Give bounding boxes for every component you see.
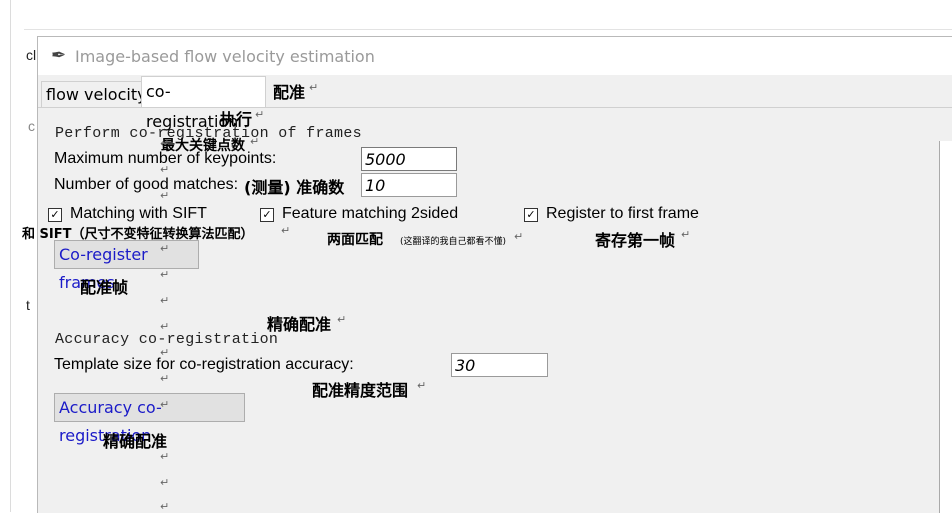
return-mark: ↵ (160, 476, 170, 489)
return-mark: ↵ (337, 313, 347, 326)
max-keypoints-input[interactable]: 5000 (361, 147, 457, 171)
good-matches-label: Number of good matches: (54, 176, 239, 193)
template-size-input[interactable]: 30 (451, 353, 548, 377)
template-size-label: Template size for co-registration accura… (54, 356, 354, 373)
sift-checkbox-label: Matching with SIFT (70, 205, 207, 222)
annotation-precise: 精确配准 (267, 315, 332, 334)
return-mark: ↵ (160, 137, 170, 150)
return-mark: ↵ (160, 268, 170, 281)
return-mark: ↵ (514, 230, 524, 243)
annotation-precise-button: 精确配准 (103, 432, 168, 451)
annotation-good-matches: (测量) 准确数 (244, 178, 345, 197)
tab-divider (38, 107, 952, 108)
return-mark: ↵ (160, 500, 170, 513)
return-mark: ↵ (309, 81, 319, 94)
register-first-checkbox[interactable]: ✓ (524, 208, 538, 222)
window-title: Image-based flow velocity estimation (75, 47, 375, 66)
good-matches-input[interactable]: 10 (361, 173, 457, 197)
background-text-fragment: cl (26, 47, 37, 63)
two-sided-checkbox-label: Feature matching 2sided (282, 205, 459, 222)
register-first-checkbox-label: Register to first frame (546, 205, 699, 222)
return-mark: ↵ (160, 346, 170, 359)
two-sided-checkbox[interactable]: ✓ (260, 208, 274, 222)
return-mark: ↵ (417, 379, 427, 392)
accuracy-coregistration-button[interactable]: Accuracy co-registration (54, 393, 245, 445)
right-side-panel (939, 141, 952, 513)
background-text-fragment: c (28, 118, 35, 134)
annotation-tab-note: 配准 (273, 83, 306, 102)
annotation-max-keypoints: 最大关键点数 (161, 138, 245, 154)
annotation-coreg-frames: 配准帧 (80, 278, 129, 297)
tab-flow-velocity[interactable]: flow velocity (41, 81, 152, 108)
return-mark: ↵ (681, 228, 691, 241)
feather-icon: ✒ (51, 45, 67, 65)
annotation-precision-range: 配准精度范围 (312, 381, 409, 400)
return-mark: ↵ (160, 398, 170, 411)
tab-co-registration[interactable]: co-registration (141, 76, 266, 131)
return-mark: ↵ (255, 108, 265, 121)
background-text-fragment: t (26, 297, 30, 313)
document-margin-line (10, 0, 11, 512)
return-mark: ↵ (160, 320, 170, 333)
annotation-register-first: 寄存第一帧 (595, 231, 676, 250)
return-mark: ↵ (160, 163, 170, 176)
annotation-two-sided: 两面匹配 (327, 232, 383, 248)
annotation-execute: 执行 (220, 110, 253, 129)
return-mark: ↵ (281, 224, 291, 237)
annotation-two-sided-note: (这翻译的我自己都看不懂) (400, 237, 507, 247)
return-mark: ↵ (160, 242, 170, 255)
return-mark: ↵ (250, 135, 260, 148)
document-edge-line (24, 29, 952, 30)
coregister-frames-button[interactable]: Co-register frames (54, 240, 199, 292)
app-window: ✒ Image-based flow velocity estimation f… (37, 36, 952, 513)
annotation-sift: 和 SIFT（尺寸不变特征转换算法匹配） (22, 227, 254, 242)
return-mark: ↵ (160, 294, 170, 307)
title-bar: ✒ Image-based flow velocity estimation (38, 37, 952, 75)
return-mark: ↵ (160, 372, 170, 385)
sift-checkbox[interactable]: ✓ (48, 208, 62, 222)
return-mark: ↵ (160, 189, 170, 202)
return-mark: ↵ (160, 450, 170, 463)
